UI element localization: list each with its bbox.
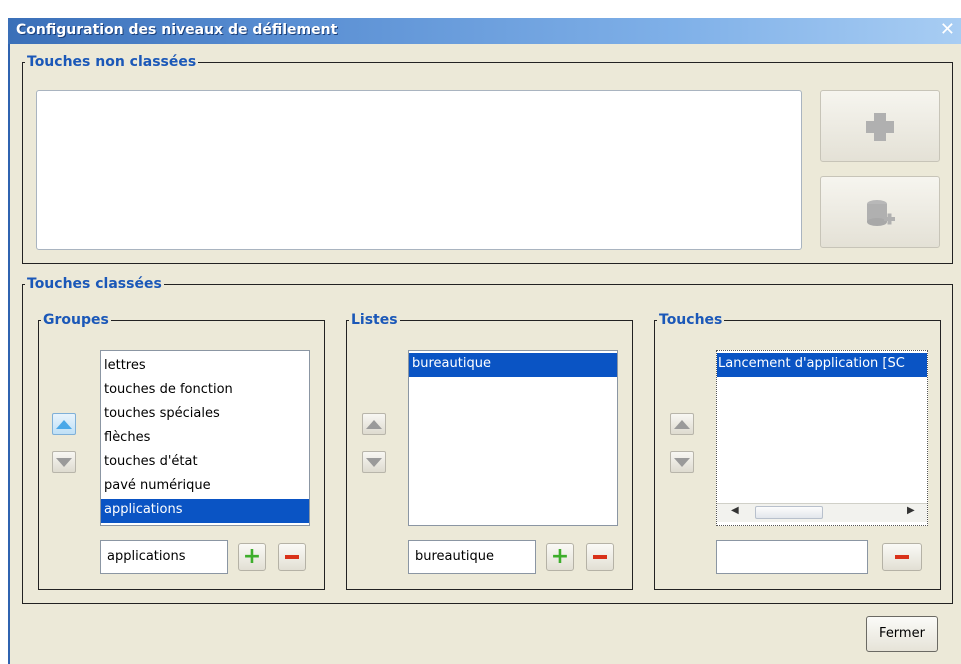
groups-remove-button[interactable] xyxy=(278,543,306,571)
arrow-down-icon xyxy=(674,457,690,467)
list-item[interactable]: touches spéciales xyxy=(101,403,309,427)
unclassified-keys-list[interactable] xyxy=(36,90,802,250)
arrow-up-icon xyxy=(674,419,690,429)
scroll-left-icon[interactable]: ◀ xyxy=(731,505,739,516)
keys-legend: Touches xyxy=(659,312,723,328)
scroll-right-icon[interactable]: ▶ xyxy=(907,505,915,516)
keys-remove-button[interactable] xyxy=(882,543,922,571)
horizontal-scrollbar[interactable]: ◀ ▶ xyxy=(717,503,927,522)
plus-icon: + xyxy=(550,544,570,569)
lists-move-up-button[interactable] xyxy=(362,413,386,435)
minus-icon xyxy=(285,555,299,559)
list-item[interactable]: lettres xyxy=(101,355,309,379)
title-bar[interactable]: Configuration des niveaux de défilement … xyxy=(8,18,961,44)
groups-list[interactable]: lettres touches de fonction touches spéc… xyxy=(100,350,310,526)
groups-move-up-button[interactable] xyxy=(52,413,76,435)
groups-move-down-button[interactable] xyxy=(52,451,76,473)
groups-legend: Groupes xyxy=(43,312,109,328)
unclassified-legend: Touches non classées xyxy=(27,54,197,70)
lists-name-input[interactable]: bureautique xyxy=(408,540,536,574)
add-key-button[interactable] xyxy=(820,90,940,162)
close-button[interactable]: Fermer xyxy=(866,616,938,652)
lists-list[interactable]: bureautique xyxy=(408,350,618,526)
lists-legend: Listes xyxy=(351,312,398,328)
add-group-button[interactable] xyxy=(820,176,940,248)
groups-add-button[interactable]: + xyxy=(238,543,266,571)
arrow-down-icon xyxy=(366,457,382,467)
window-title: Configuration des niveaux de défilement xyxy=(16,22,338,38)
keys-name-input[interactable] xyxy=(716,540,868,574)
lists-remove-button[interactable] xyxy=(586,543,614,571)
plus-icon: + xyxy=(242,544,262,569)
window-left-border xyxy=(8,44,10,664)
list-item-selected[interactable]: Lancement d'application [SC xyxy=(717,353,927,377)
arrow-up-icon xyxy=(56,419,72,429)
list-item[interactable]: touches d'état xyxy=(101,451,309,475)
classified-legend: Touches classées xyxy=(27,276,162,292)
stack-plus-icon xyxy=(867,200,895,226)
scrollbar-thumb[interactable] xyxy=(755,506,823,519)
lists-add-button[interactable]: + xyxy=(546,543,574,571)
lists-move-down-button[interactable] xyxy=(362,451,386,473)
list-item[interactable]: flèches xyxy=(101,427,309,451)
minus-icon xyxy=(593,555,607,559)
arrow-down-icon xyxy=(56,457,72,467)
list-item-selected[interactable]: bureautique xyxy=(409,353,617,377)
plus-icon xyxy=(866,113,894,141)
arrow-up-icon xyxy=(366,419,382,429)
keys-move-down-button[interactable] xyxy=(670,451,694,473)
list-item-selected[interactable]: applications xyxy=(101,499,309,523)
minus-icon xyxy=(895,555,909,559)
close-icon[interactable]: ✕ xyxy=(940,20,955,40)
keys-move-up-button[interactable] xyxy=(670,413,694,435)
groups-name-input[interactable]: applications xyxy=(100,540,228,574)
list-item[interactable]: touches de fonction xyxy=(101,379,309,403)
list-item[interactable]: pavé numérique xyxy=(101,475,309,499)
keys-list[interactable]: Lancement d'application [SC ◀ ▶ xyxy=(716,350,928,526)
